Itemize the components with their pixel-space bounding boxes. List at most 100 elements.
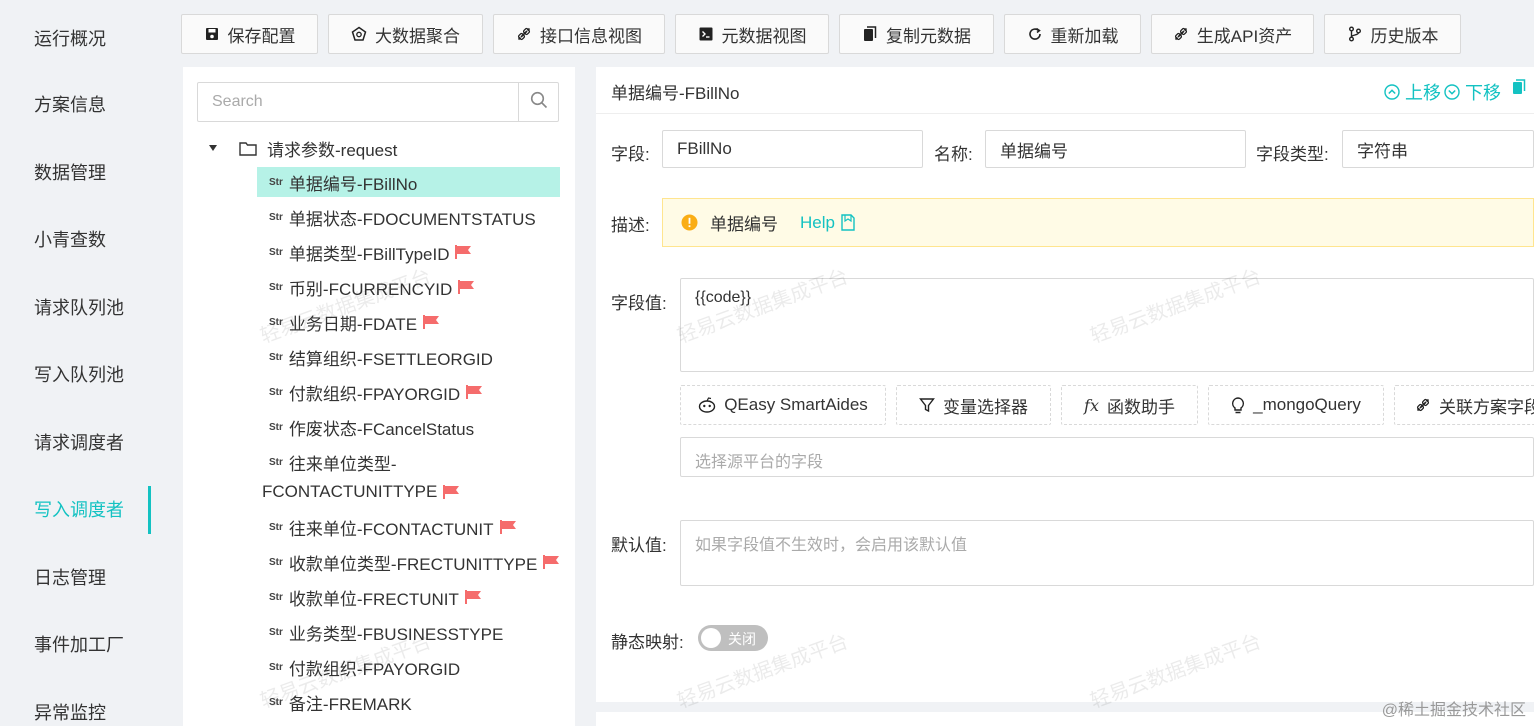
- tree-node-label: 单据编号-FBillNo: [288, 174, 418, 194]
- string-type-icon: Str: [269, 211, 283, 223]
- reload-icon: [1027, 26, 1043, 42]
- big-data-aggregate-button[interactable]: 大数据聚合: [328, 14, 483, 54]
- string-type-icon: Str: [269, 176, 283, 188]
- search-button[interactable]: [518, 83, 558, 121]
- tree-node-label: 收款单位类型-FRECTUNITTYPE: [288, 554, 538, 574]
- function-helper-button[interactable]: fx 函数助手: [1061, 385, 1198, 425]
- tree-node-fcontactunittype[interactable]: Str 往来单位类型-: [257, 447, 397, 477]
- copy-metadata-button[interactable]: 复制元数据: [839, 14, 994, 54]
- bulb-icon: [1231, 396, 1245, 414]
- field-value-textarea[interactable]: {{code}}: [680, 278, 1534, 372]
- arrow-down-circle-icon: [1444, 84, 1460, 100]
- tree-node-fcurrencyid[interactable]: Str 币别-FCURRENCYID: [257, 272, 475, 302]
- variable-selector-button[interactable]: 变量选择器: [896, 385, 1051, 425]
- sidebar-item-exception-monitor[interactable]: 异常监控: [34, 693, 160, 726]
- caret-down-icon[interactable]: [203, 144, 223, 152]
- filter-icon: [919, 397, 935, 413]
- tree-node-fdate[interactable]: Str 业务日期-FDATE: [257, 307, 440, 337]
- save-config-button[interactable]: 保存配置: [181, 14, 318, 54]
- string-type-icon: Str: [269, 521, 283, 533]
- sidebar-item-write-queue[interactable]: 写入队列池: [34, 355, 160, 395]
- related-plan-field-button[interactable]: 关联方案字段: [1394, 385, 1534, 425]
- default-value-textarea[interactable]: 如果字段值不生效时，会启用该默认值: [680, 520, 1534, 586]
- tree-node-fbillno[interactable]: Str 单据编号-FBillNo: [257, 167, 560, 197]
- static-mapping-toggle[interactable]: 关闭: [698, 625, 768, 651]
- move-up-button[interactable]: 上移: [1384, 79, 1441, 105]
- tree-node-label: 结算组织-FSETTLEORGID: [288, 349, 493, 369]
- sidebar-item-request-queue[interactable]: 请求队列池: [34, 288, 160, 328]
- variable-selector-label: 变量选择器: [943, 397, 1028, 417]
- field-type-select[interactable]: 字符串: [1342, 130, 1534, 168]
- tree-node-label: 付款组织-FPAYORGID: [288, 384, 461, 404]
- tree-search-input[interactable]: [198, 83, 518, 121]
- smartaides-button[interactable]: QEasy SmartAides: [680, 385, 886, 425]
- api-link-icon: [1173, 26, 1189, 42]
- string-type-icon: Str: [269, 316, 283, 328]
- move-down-button[interactable]: 下移: [1444, 79, 1501, 105]
- tree-root-label: 请求参数-request: [267, 140, 398, 160]
- tree-node-label: 往来单位-FCONTACTUNIT: [288, 519, 494, 539]
- copy-field-button[interactable]: [1512, 79, 1526, 95]
- function-helper-label: 函数助手: [1106, 397, 1175, 417]
- tree-node-fbusinesstype[interactable]: Str 业务类型-FBUSINESSTYPE: [257, 617, 503, 647]
- flag-icon: [543, 555, 560, 569]
- sidebar-item-log-management[interactable]: 日志管理: [34, 558, 160, 598]
- sidebar-item-request-scheduler[interactable]: 请求调度者: [34, 423, 160, 463]
- description-box: 单据编号 Help: [662, 198, 1534, 247]
- tree-node-fcancelstatus[interactable]: Str 作废状态-FCancelStatus: [257, 412, 474, 442]
- tree-node-label: 单据状态-FDOCUMENTSTATUS: [288, 209, 536, 229]
- generate-api-asset-button[interactable]: 生成API资产: [1151, 14, 1314, 54]
- sidebar-item-write-scheduler[interactable]: 写入调度者: [34, 490, 160, 530]
- field-name-input[interactable]: 单据编号: [985, 130, 1246, 168]
- copy-icon: [862, 26, 878, 42]
- source-field-select[interactable]: 选择源平台的字段: [680, 437, 1534, 477]
- api-info-view-label: 接口信息视图: [540, 26, 642, 46]
- sidebar-item-xiaoqing-query[interactable]: 小青查数: [34, 220, 160, 260]
- flag-icon: [455, 245, 472, 259]
- detail-title: 单据编号-FBillNo: [611, 84, 740, 103]
- field-code-input[interactable]: FBillNo: [662, 130, 923, 168]
- flag-icon: [464, 590, 482, 604]
- flag-icon: [466, 385, 483, 399]
- tree-node-fpayorgid-2[interactable]: Str 付款组织-FPAYORGID: [257, 652, 460, 682]
- terminal-icon: [698, 26, 714, 42]
- function-icon: fx: [1084, 395, 1099, 415]
- tree-node-label: 币别-FCURRENCYID: [288, 279, 453, 299]
- tree-root-node[interactable]: 请求参数-request: [203, 135, 397, 161]
- sidebar-item-event-factory[interactable]: 事件加工厂: [34, 625, 160, 665]
- tree-node-label: 业务日期-FDATE: [288, 314, 418, 334]
- tree-node-frectunittype[interactable]: Str 收款单位类型-FRECTUNITTYPE: [257, 547, 560, 577]
- sidebar-item-data-management[interactable]: 数据管理: [34, 153, 160, 193]
- tree-node-fremark[interactable]: Str 备注-FREMARK: [257, 687, 412, 717]
- tree-node-fsettleorgid[interactable]: Str 结算组织-FSETTLEORGID: [257, 342, 493, 372]
- tree-node-fcontactunit[interactable]: Str 往来单位-FCONTACTUNIT: [257, 512, 517, 542]
- sidebar-item-overview[interactable]: 运行概况: [34, 19, 160, 59]
- metadata-view-button[interactable]: 元数据视图: [675, 14, 829, 54]
- history-version-button[interactable]: 历史版本: [1324, 14, 1461, 54]
- api-link-icon: [1415, 397, 1431, 413]
- tree-node-fbilltypeid[interactable]: Str 单据类型-FBillTypeID: [257, 237, 472, 267]
- api-info-view-button[interactable]: 接口信息视图: [493, 14, 665, 54]
- branch-icon: [1347, 26, 1363, 42]
- generate-api-asset-label: 生成API资产: [1196, 26, 1293, 46]
- metadata-view-label: 元数据视图: [721, 26, 807, 46]
- detail-header: 单据编号-FBillNo 上移 下移: [596, 67, 1534, 114]
- sidebar-item-plan-info[interactable]: 方案信息: [34, 85, 160, 125]
- related-plan-field-label: 关联方案字段: [1439, 397, 1534, 417]
- arrow-up-circle-icon: [1384, 84, 1400, 100]
- reload-button[interactable]: 重新加载: [1004, 14, 1141, 54]
- mongo-query-button[interactable]: _mongoQuery: [1208, 385, 1384, 425]
- help-link[interactable]: Help: [800, 213, 855, 233]
- tree-node-frectunit[interactable]: Str 收款单位-FRECTUNIT: [257, 582, 482, 612]
- field-type-label: 字段类型:: [1256, 145, 1329, 164]
- api-link-icon: [516, 26, 532, 42]
- string-type-icon: Str: [269, 456, 283, 468]
- tree-node-fdocumentstatus[interactable]: Str 单据状态-FDOCUMENTSTATUS: [257, 202, 536, 232]
- big-data-aggregate-label: 大数据聚合: [375, 26, 460, 46]
- tree-node-label: 往来单位类型-: [288, 454, 397, 474]
- string-type-icon: Str: [269, 246, 283, 258]
- tree-node-fpayorgid[interactable]: Str 付款组织-FPAYORGID: [257, 377, 483, 407]
- string-type-icon: Str: [269, 351, 283, 363]
- tree-node-fcontactunittype-cont[interactable]: FCONTACTUNITTYPE: [262, 477, 460, 507]
- tree-node-label: 收款单位-FRECTUNIT: [288, 589, 459, 609]
